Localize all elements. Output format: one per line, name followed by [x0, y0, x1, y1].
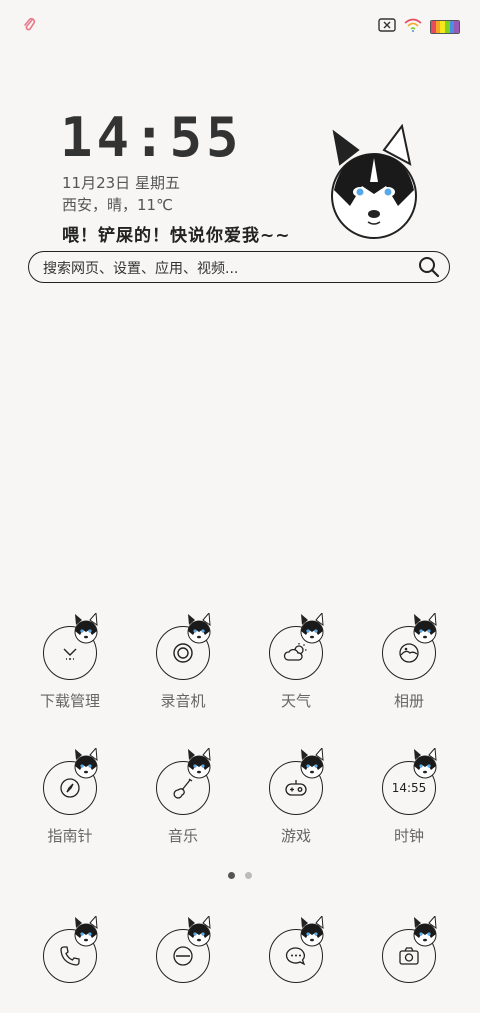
app-recorder[interactable]: 录音机: [133, 611, 233, 711]
husky-badge-icon: [185, 914, 213, 952]
app-icon-frame[interactable]: [43, 611, 98, 680]
husky-badge-icon: [411, 914, 439, 952]
app-label: 相册: [393, 692, 424, 710]
app-icon-frame[interactable]: [269, 914, 324, 983]
page-indicator: [0, 872, 480, 879]
husky-badge-icon: [298, 746, 326, 784]
search-placeholder[interactable]: 搜索网页、设置、应用、视频...: [43, 258, 238, 278]
app-icon-frame[interactable]: 14:55: [382, 746, 437, 815]
slogan-text: 喂！铲屎的！快说你爱我~~: [62, 226, 291, 246]
dock-browser[interactable]: [133, 914, 233, 983]
husky-badge-icon: [185, 746, 213, 784]
husky-badge-icon: [72, 611, 100, 649]
app-label: 录音机: [160, 692, 206, 710]
paperclip-icon: [22, 17, 38, 37]
app-weather[interactable]: 天气: [246, 611, 346, 711]
no-sim-icon: [378, 17, 396, 36]
husky-badge-icon: [72, 914, 100, 952]
app-label: 指南针: [47, 827, 93, 845]
search-bar[interactable]: 搜索网页、设置、应用、视频...: [28, 251, 450, 283]
dock-camera[interactable]: [359, 914, 459, 983]
app-music[interactable]: 音乐: [133, 746, 233, 846]
app-icon-frame[interactable]: [156, 611, 211, 680]
app-games[interactable]: 游戏: [246, 746, 346, 846]
app-icon-frame[interactable]: [269, 611, 324, 680]
app-icon-frame[interactable]: [156, 914, 211, 983]
app-icon-frame[interactable]: [382, 611, 437, 680]
status-bar: [0, 0, 480, 50]
app-label: 下载管理: [39, 692, 100, 710]
husky-badge-icon: [298, 611, 326, 649]
search-icon[interactable]: [417, 255, 441, 283]
app-label: 天气: [280, 692, 311, 710]
app-label: 音乐: [167, 827, 198, 845]
husky-badge-icon: [72, 746, 100, 784]
app-label: 游戏: [280, 827, 311, 845]
page-dot-2[interactable]: [245, 872, 252, 879]
app-clock[interactable]: 14:55 时钟: [359, 746, 459, 846]
dock-messages[interactable]: [246, 914, 346, 983]
app-label: 时钟: [393, 827, 424, 845]
app-icon-frame[interactable]: [382, 914, 437, 983]
dock-phone[interactable]: [20, 914, 120, 983]
husky-badge-icon: [185, 611, 213, 649]
app-gallery[interactable]: 相册: [359, 611, 459, 711]
app-icon-frame[interactable]: [156, 746, 211, 815]
app-icon-frame[interactable]: [269, 746, 324, 815]
wifi-icon: [404, 17, 422, 36]
husky-mascot-icon: [322, 123, 426, 246]
app-icon-frame[interactable]: [43, 914, 98, 983]
app-download-manager[interactable]: 下载管理: [20, 611, 120, 711]
clock-time[interactable]: 14:55: [60, 106, 243, 169]
app-icon-frame[interactable]: [43, 746, 98, 815]
date-text: 11月23日 星期五: [62, 174, 180, 192]
husky-badge-icon: [298, 914, 326, 952]
app-compass[interactable]: 指南针: [20, 746, 120, 846]
page-dot-1[interactable]: [228, 872, 235, 879]
husky-badge-icon: [411, 611, 439, 649]
battery-icon: [430, 19, 460, 34]
weather-text[interactable]: 西安，晴，11℃: [62, 194, 173, 215]
husky-badge-icon: [411, 746, 439, 784]
